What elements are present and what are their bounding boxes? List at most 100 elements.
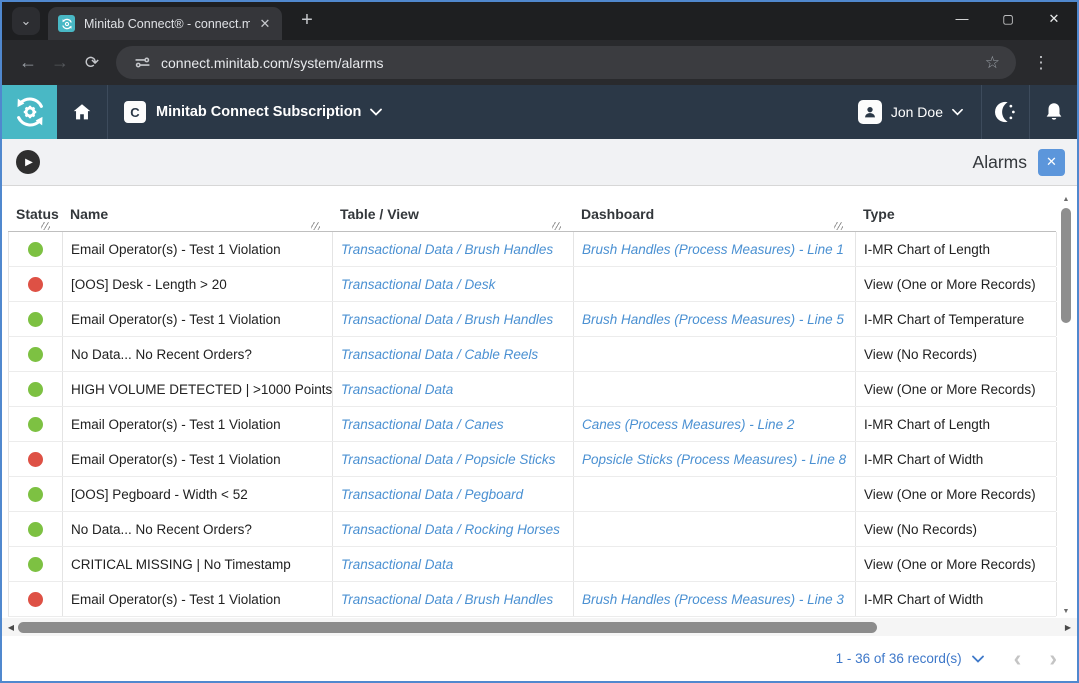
page-size-dropdown[interactable] [972,655,984,663]
table-row[interactable]: HIGH VOLUME DETECTED | >1000 Points Tran… [8,372,1056,407]
dashboard-link[interactable]: Popsicle Sticks (Process Measures) - Lin… [582,452,846,467]
maximize-button[interactable]: ▢ [985,2,1031,35]
column-resize-handle[interactable] [311,222,320,230]
subscription-selector[interactable]: C Minitab Connect Subscription [108,85,398,139]
tab-search-button[interactable]: ⌄ [12,7,40,35]
status-dot [28,347,43,362]
alarm-type: View (No Records) [864,347,977,362]
status-dot [28,382,43,397]
table-view-link[interactable]: Transactional Data / Brush Handles [341,242,553,257]
table-row[interactable]: Email Operator(s) - Test 1 Violation Tra… [8,442,1056,477]
browser-navbar: ← → ⟳ connect.minitab.com/system/alarms … [2,40,1077,85]
column-resize-handle[interactable] [552,222,561,230]
table-view-link[interactable]: Transactional Data / Popsicle Sticks [341,452,555,467]
horizontal-scrollbar-thumb[interactable] [18,622,877,633]
alarm-name: Email Operator(s) - Test 1 Violation [71,592,281,607]
table-row[interactable]: Email Operator(s) - Test 1 Violation Tra… [8,582,1056,617]
dashboard-link[interactable]: Brush Handles (Process Measures) - Line … [582,312,844,327]
dashboard-link[interactable]: Brush Handles (Process Measures) - Line … [582,242,844,257]
table-row[interactable]: [OOS] Pegboard - Width < 52 Transactiona… [8,477,1056,512]
status-dot [28,522,43,537]
alarm-name: [OOS] Desk - Length > 20 [71,277,227,292]
table-row[interactable]: Email Operator(s) - Test 1 Violation Tra… [8,407,1056,442]
table-view-link[interactable]: Transactional Data [341,382,453,397]
run-button[interactable]: ▶ [16,150,40,174]
minimize-button[interactable]: — [939,2,985,35]
close-icon: ✕ [1046,154,1057,170]
browser-titlebar: ⌄ Minitab Connect® - connect.mi ✕ + — ▢ [2,2,1077,40]
subscription-badge: C [124,101,146,123]
alarm-type: I-MR Chart of Width [864,592,983,607]
alarms-table: Status Name Table / View Dashboard Type [8,186,1056,617]
table-view-link[interactable]: Transactional Data / Pegboard [341,487,523,502]
dashboard-link[interactable]: Canes (Process Measures) - Line 2 [582,417,794,432]
alarm-type: I-MR Chart of Length [864,242,990,257]
site-settings-icon[interactable] [134,54,151,71]
table-row[interactable]: Email Operator(s) - Test 1 Violation Tra… [8,232,1056,267]
table-view-link[interactable]: Transactional Data / Brush Handles [341,312,553,327]
table-row[interactable]: [OOS] Desk - Length > 20 Transactional D… [8,267,1056,302]
vertical-scrollbar-thumb[interactable] [1061,208,1071,323]
table-view-link[interactable]: Transactional Data / Desk [341,277,495,292]
column-resize-handle[interactable] [41,222,50,230]
status-dot [28,452,43,467]
forward-button[interactable]: → [44,47,76,79]
table-view-link[interactable]: Transactional Data / Brush Handles [341,592,553,607]
column-resize-handle[interactable] [834,222,843,230]
browser-menu-icon[interactable]: ⋮ [1026,53,1056,73]
chevron-down-icon [952,108,963,116]
status-dot [28,592,43,607]
url-bar[interactable]: connect.minitab.com/system/alarms ☆ [116,46,1016,79]
home-button[interactable] [57,85,107,139]
back-button[interactable]: ← [12,47,44,79]
table-header-row: Status Name Table / View Dashboard Type [8,186,1056,232]
notifications-button[interactable] [1030,85,1077,139]
column-header-status[interactable]: Status [8,206,62,231]
scroll-up-icon[interactable]: ▲ [1059,194,1073,206]
table-view-link[interactable]: Transactional Data / Rocking Horses [341,522,560,537]
records-count[interactable]: 1 - 36 of 36 record(s) [836,651,962,666]
tab-close-icon[interactable]: ✕ [256,15,274,33]
minitab-connect-logo-icon[interactable] [2,85,57,139]
tab-title: Minitab Connect® - connect.mi [84,17,250,31]
column-header-table-view[interactable]: Table / View [332,206,573,231]
next-page-button[interactable]: › [1049,647,1057,670]
table-view-link[interactable]: Transactional Data [341,557,453,572]
table-row[interactable]: No Data... No Recent Orders? Transaction… [8,337,1056,372]
vertical-scrollbar[interactable]: ▲ ▼ [1059,194,1073,618]
page-title: Alarms [973,152,1027,173]
user-menu[interactable]: Jon Doe [840,85,981,139]
window-close-button[interactable]: ✕ [1031,2,1077,35]
column-header-dashboard[interactable]: Dashboard [573,206,855,231]
bookmark-star-icon[interactable]: ☆ [985,53,1000,73]
url-text[interactable]: connect.minitab.com/system/alarms [161,55,985,71]
status-dot [28,417,43,432]
column-header-type[interactable]: Type [855,206,1056,231]
table-view-link[interactable]: Transactional Data / Canes [341,417,504,432]
status-dot [28,242,43,257]
table-view-link[interactable]: Transactional Data / Cable Reels [341,347,538,362]
previous-page-button[interactable]: ‹ [1014,647,1022,670]
new-tab-button[interactable]: + [294,9,320,32]
play-icon: ▶ [25,157,33,168]
alarms-content: Status Name Table / View Dashboard Type [2,186,1077,681]
browser-tab[interactable]: Minitab Connect® - connect.mi ✕ [48,7,282,40]
status-dot [28,487,43,502]
alarm-name: HIGH VOLUME DETECTED | >1000 Points [71,382,332,397]
scroll-right-icon[interactable]: ▶ [1061,618,1075,636]
scroll-down-icon[interactable]: ▼ [1059,606,1073,618]
horizontal-scrollbar[interactable]: ◀ ▶ [2,618,1077,636]
table-row[interactable]: Email Operator(s) - Test 1 Violation Tra… [8,302,1056,337]
schedule-button[interactable] [982,85,1029,139]
user-avatar-icon [858,100,882,124]
alarm-type: View (One or More Records) [864,277,1036,292]
panel-close-button[interactable]: ✕ [1038,149,1065,176]
scroll-left-icon[interactable]: ◀ [4,618,18,636]
dashboard-link[interactable]: Brush Handles (Process Measures) - Line … [582,592,844,607]
reload-button[interactable]: ⟳ [76,47,108,79]
table-row[interactable]: CRITICAL MISSING | No Timestamp Transact… [8,547,1056,582]
column-header-name[interactable]: Name [62,206,332,231]
alarm-name: Email Operator(s) - Test 1 Violation [71,312,281,327]
table-row[interactable]: No Data... No Recent Orders? Transaction… [8,512,1056,547]
status-dot [28,557,43,572]
